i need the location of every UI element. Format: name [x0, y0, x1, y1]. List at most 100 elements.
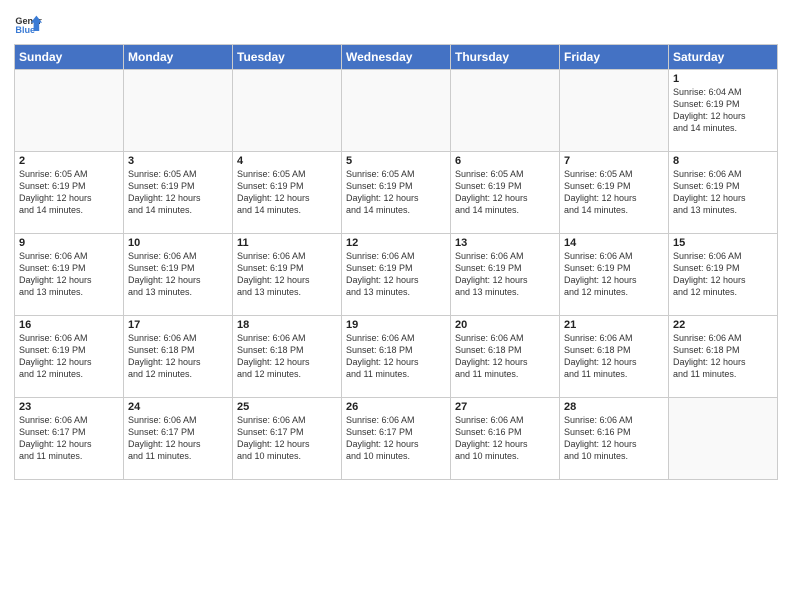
calendar-cell: [669, 398, 778, 480]
calendar-cell: 24Sunrise: 6:06 AM Sunset: 6:17 PM Dayli…: [124, 398, 233, 480]
day-number: 13: [455, 237, 555, 249]
day-info: Sunrise: 6:05 AM Sunset: 6:19 PM Dayligh…: [237, 168, 337, 217]
day-info: Sunrise: 6:05 AM Sunset: 6:19 PM Dayligh…: [346, 168, 446, 217]
day-number: 24: [128, 401, 228, 413]
day-number: 6: [455, 155, 555, 167]
calendar-cell: 12Sunrise: 6:06 AM Sunset: 6:19 PM Dayli…: [342, 234, 451, 316]
calendar: SundayMondayTuesdayWednesdayThursdayFrid…: [14, 44, 778, 480]
calendar-cell: 26Sunrise: 6:06 AM Sunset: 6:17 PM Dayli…: [342, 398, 451, 480]
calendar-cell: 14Sunrise: 6:06 AM Sunset: 6:19 PM Dayli…: [560, 234, 669, 316]
day-info: Sunrise: 6:06 AM Sunset: 6:17 PM Dayligh…: [128, 414, 228, 463]
day-info: Sunrise: 6:04 AM Sunset: 6:19 PM Dayligh…: [673, 86, 773, 135]
day-number: 4: [237, 155, 337, 167]
calendar-cell: 1Sunrise: 6:04 AM Sunset: 6:19 PM Daylig…: [669, 70, 778, 152]
day-number: 20: [455, 319, 555, 331]
day-info: Sunrise: 6:06 AM Sunset: 6:18 PM Dayligh…: [237, 332, 337, 381]
calendar-cell: 20Sunrise: 6:06 AM Sunset: 6:18 PM Dayli…: [451, 316, 560, 398]
day-number: 12: [346, 237, 446, 249]
calendar-cell: 21Sunrise: 6:06 AM Sunset: 6:18 PM Dayli…: [560, 316, 669, 398]
day-number: 16: [19, 319, 119, 331]
day-number: 26: [346, 401, 446, 413]
calendar-cell: 28Sunrise: 6:06 AM Sunset: 6:16 PM Dayli…: [560, 398, 669, 480]
calendar-week-4: 16Sunrise: 6:06 AM Sunset: 6:19 PM Dayli…: [15, 316, 778, 398]
day-info: Sunrise: 6:06 AM Sunset: 6:19 PM Dayligh…: [19, 250, 119, 299]
day-number: 11: [237, 237, 337, 249]
day-number: 21: [564, 319, 664, 331]
calendar-cell: 6Sunrise: 6:05 AM Sunset: 6:19 PM Daylig…: [451, 152, 560, 234]
day-number: 5: [346, 155, 446, 167]
calendar-cell: 27Sunrise: 6:06 AM Sunset: 6:16 PM Dayli…: [451, 398, 560, 480]
day-number: 27: [455, 401, 555, 413]
day-info: Sunrise: 6:06 AM Sunset: 6:17 PM Dayligh…: [19, 414, 119, 463]
day-number: 14: [564, 237, 664, 249]
calendar-cell: [124, 70, 233, 152]
day-info: Sunrise: 6:05 AM Sunset: 6:19 PM Dayligh…: [19, 168, 119, 217]
calendar-cell: 13Sunrise: 6:06 AM Sunset: 6:19 PM Dayli…: [451, 234, 560, 316]
day-info: Sunrise: 6:06 AM Sunset: 6:16 PM Dayligh…: [455, 414, 555, 463]
day-info: Sunrise: 6:06 AM Sunset: 6:19 PM Dayligh…: [564, 250, 664, 299]
day-info: Sunrise: 6:06 AM Sunset: 6:16 PM Dayligh…: [564, 414, 664, 463]
col-header-monday: Monday: [124, 45, 233, 70]
day-number: 8: [673, 155, 773, 167]
calendar-cell: 18Sunrise: 6:06 AM Sunset: 6:18 PM Dayli…: [233, 316, 342, 398]
day-info: Sunrise: 6:06 AM Sunset: 6:19 PM Dayligh…: [237, 250, 337, 299]
calendar-cell: 3Sunrise: 6:05 AM Sunset: 6:19 PM Daylig…: [124, 152, 233, 234]
calendar-cell: 2Sunrise: 6:05 AM Sunset: 6:19 PM Daylig…: [15, 152, 124, 234]
day-info: Sunrise: 6:06 AM Sunset: 6:18 PM Dayligh…: [564, 332, 664, 381]
logo: General Blue: [14, 10, 42, 38]
day-info: Sunrise: 6:05 AM Sunset: 6:19 PM Dayligh…: [455, 168, 555, 217]
calendar-cell: [15, 70, 124, 152]
day-info: Sunrise: 6:06 AM Sunset: 6:19 PM Dayligh…: [673, 168, 773, 217]
calendar-cell: 16Sunrise: 6:06 AM Sunset: 6:19 PM Dayli…: [15, 316, 124, 398]
day-number: 28: [564, 401, 664, 413]
calendar-cell: 10Sunrise: 6:06 AM Sunset: 6:19 PM Dayli…: [124, 234, 233, 316]
svg-text:Blue: Blue: [15, 25, 35, 35]
header: General Blue: [14, 10, 778, 38]
logo-icon: General Blue: [14, 10, 42, 38]
calendar-week-2: 2Sunrise: 6:05 AM Sunset: 6:19 PM Daylig…: [15, 152, 778, 234]
day-number: 1: [673, 73, 773, 85]
day-number: 23: [19, 401, 119, 413]
calendar-cell: 19Sunrise: 6:06 AM Sunset: 6:18 PM Dayli…: [342, 316, 451, 398]
calendar-cell: [560, 70, 669, 152]
day-number: 9: [19, 237, 119, 249]
day-info: Sunrise: 6:06 AM Sunset: 6:17 PM Dayligh…: [237, 414, 337, 463]
calendar-cell: [451, 70, 560, 152]
col-header-friday: Friday: [560, 45, 669, 70]
day-info: Sunrise: 6:06 AM Sunset: 6:19 PM Dayligh…: [455, 250, 555, 299]
calendar-cell: 9Sunrise: 6:06 AM Sunset: 6:19 PM Daylig…: [15, 234, 124, 316]
day-number: 15: [673, 237, 773, 249]
day-info: Sunrise: 6:05 AM Sunset: 6:19 PM Dayligh…: [128, 168, 228, 217]
col-header-saturday: Saturday: [669, 45, 778, 70]
day-number: 7: [564, 155, 664, 167]
calendar-cell: [233, 70, 342, 152]
calendar-cell: [342, 70, 451, 152]
calendar-header-row: SundayMondayTuesdayWednesdayThursdayFrid…: [15, 45, 778, 70]
calendar-week-5: 23Sunrise: 6:06 AM Sunset: 6:17 PM Dayli…: [15, 398, 778, 480]
calendar-week-3: 9Sunrise: 6:06 AM Sunset: 6:19 PM Daylig…: [15, 234, 778, 316]
calendar-cell: 15Sunrise: 6:06 AM Sunset: 6:19 PM Dayli…: [669, 234, 778, 316]
day-number: 19: [346, 319, 446, 331]
day-number: 22: [673, 319, 773, 331]
day-number: 25: [237, 401, 337, 413]
calendar-cell: 17Sunrise: 6:06 AM Sunset: 6:18 PM Dayli…: [124, 316, 233, 398]
day-info: Sunrise: 6:06 AM Sunset: 6:19 PM Dayligh…: [673, 250, 773, 299]
day-number: 3: [128, 155, 228, 167]
day-info: Sunrise: 6:06 AM Sunset: 6:18 PM Dayligh…: [128, 332, 228, 381]
col-header-thursday: Thursday: [451, 45, 560, 70]
day-info: Sunrise: 6:06 AM Sunset: 6:19 PM Dayligh…: [346, 250, 446, 299]
day-info: Sunrise: 6:06 AM Sunset: 6:19 PM Dayligh…: [128, 250, 228, 299]
calendar-cell: 4Sunrise: 6:05 AM Sunset: 6:19 PM Daylig…: [233, 152, 342, 234]
calendar-cell: 22Sunrise: 6:06 AM Sunset: 6:18 PM Dayli…: [669, 316, 778, 398]
day-info: Sunrise: 6:05 AM Sunset: 6:19 PM Dayligh…: [564, 168, 664, 217]
day-info: Sunrise: 6:06 AM Sunset: 6:17 PM Dayligh…: [346, 414, 446, 463]
calendar-week-1: 1Sunrise: 6:04 AM Sunset: 6:19 PM Daylig…: [15, 70, 778, 152]
calendar-cell: 11Sunrise: 6:06 AM Sunset: 6:19 PM Dayli…: [233, 234, 342, 316]
col-header-tuesday: Tuesday: [233, 45, 342, 70]
day-number: 2: [19, 155, 119, 167]
day-number: 10: [128, 237, 228, 249]
day-info: Sunrise: 6:06 AM Sunset: 6:18 PM Dayligh…: [346, 332, 446, 381]
day-info: Sunrise: 6:06 AM Sunset: 6:19 PM Dayligh…: [19, 332, 119, 381]
calendar-cell: 23Sunrise: 6:06 AM Sunset: 6:17 PM Dayli…: [15, 398, 124, 480]
calendar-cell: 7Sunrise: 6:05 AM Sunset: 6:19 PM Daylig…: [560, 152, 669, 234]
